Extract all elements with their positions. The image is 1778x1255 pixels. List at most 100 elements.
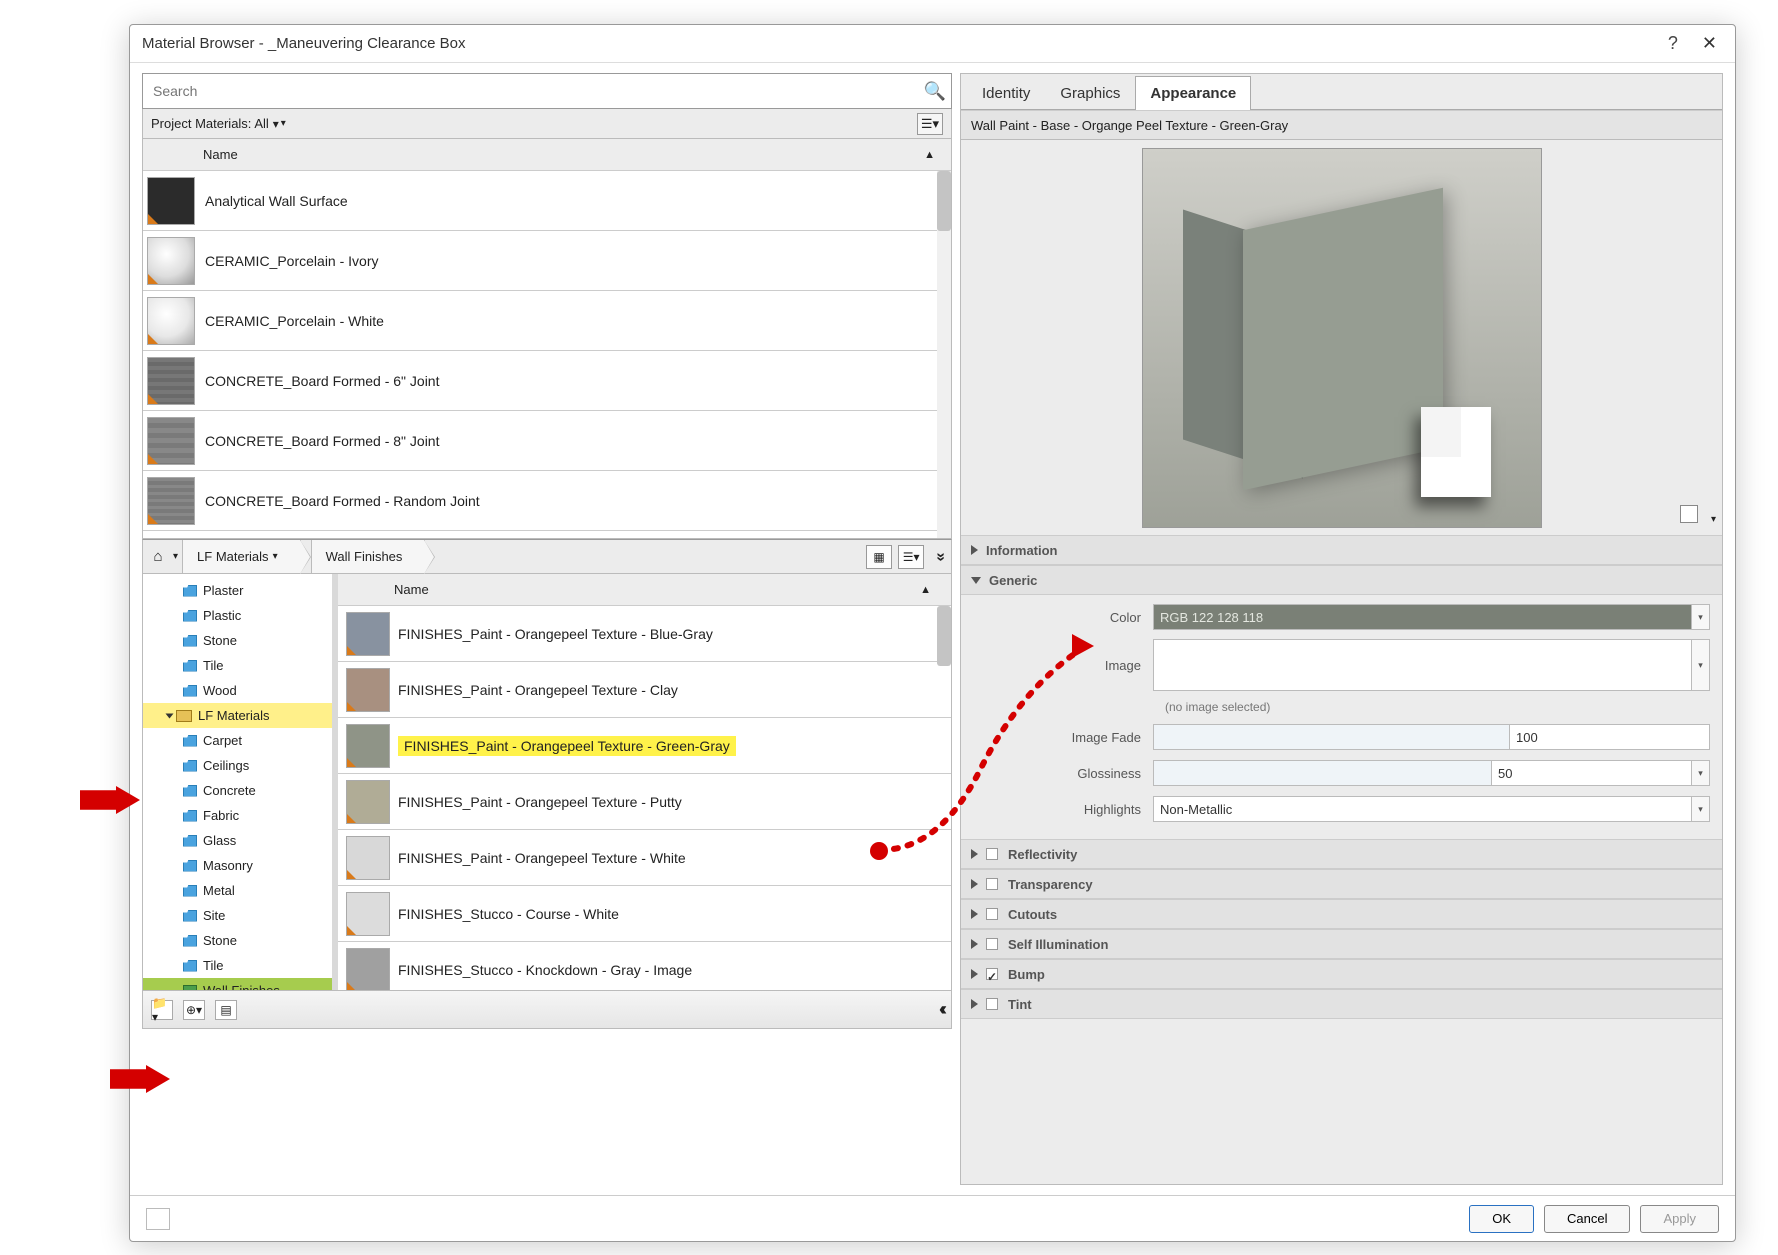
tree-item[interactable]: Metal xyxy=(143,878,332,903)
material-row[interactable]: CONCRETE_Cast In Place xyxy=(143,531,951,538)
apply-button[interactable]: Apply xyxy=(1640,1205,1719,1233)
library-row[interactable]: FINISHES_Paint - Orangepeel Texture - Wh… xyxy=(338,830,951,886)
tree-item[interactable]: Concrete xyxy=(143,778,332,803)
assets-icon[interactable] xyxy=(146,1208,170,1230)
checkbox[interactable] xyxy=(986,848,998,860)
view-list-icon[interactable]: ☰▾ xyxy=(917,113,943,135)
project-materials-filter[interactable]: Project Materials: All ▾ ▾ ☰▾ xyxy=(142,109,952,139)
section-self-illumination[interactable]: Self Illumination xyxy=(961,929,1722,959)
tree-item[interactable]: Site xyxy=(143,903,332,928)
tab-graphics[interactable]: Graphics xyxy=(1045,76,1135,110)
search-box[interactable]: 🔍 xyxy=(142,73,952,109)
tree-item[interactable]: Plastic xyxy=(143,603,332,628)
filter-icon[interactable]: ▾ xyxy=(273,117,279,131)
swatch xyxy=(346,948,390,990)
properties-icon[interactable]: ▤ xyxy=(215,1000,237,1020)
fade-slider[interactable] xyxy=(1153,724,1510,750)
material-row[interactable]: Analytical Wall Surface xyxy=(143,171,951,231)
new-material-icon[interactable]: ⊕▾ xyxy=(183,1000,205,1020)
scrollbar-thumb[interactable] xyxy=(937,171,951,231)
close-icon[interactable]: ✕ xyxy=(1702,33,1717,54)
library-row[interactable]: FINISHES_Stucco - Knockdown - Gray - Ima… xyxy=(338,942,951,990)
highlights-dropdown-icon[interactable]: ▾ xyxy=(1692,796,1710,822)
material-row[interactable]: CERAMIC_Porcelain - Ivory xyxy=(143,231,951,291)
checkbox[interactable] xyxy=(986,908,998,920)
tree-item[interactable]: Stone xyxy=(143,628,332,653)
section-tint[interactable]: Tint xyxy=(961,989,1722,1019)
view-grid-icon[interactable]: ▦ xyxy=(866,545,892,569)
view-list-icon[interactable]: ☰▾ xyxy=(898,545,924,569)
gloss-slider[interactable] xyxy=(1153,760,1492,786)
section-generic[interactable]: Generic xyxy=(961,565,1722,595)
preview-scene-icon[interactable] xyxy=(1680,505,1698,523)
tree-item-wall-finishes[interactable]: Wall Finishes xyxy=(143,978,332,990)
color-dropdown-icon[interactable]: ▾ xyxy=(1692,604,1710,630)
tree-label: Fabric xyxy=(203,808,239,823)
library-panel: ⌂ ▾ LF Materials ▾ Wall Finishes ▦ ☰▾ » … xyxy=(142,539,952,1029)
tree-label: Site xyxy=(203,908,225,923)
material-row[interactable]: CONCRETE_Board Formed - Random Joint xyxy=(143,471,951,531)
material-row[interactable]: CONCRETE_Board Formed - 8" Joint xyxy=(143,411,951,471)
tree-item[interactable]: Stone xyxy=(143,928,332,953)
tree-item[interactable]: Wood xyxy=(143,678,332,703)
expand-icon[interactable]: » xyxy=(932,552,950,561)
checkbox[interactable] xyxy=(986,938,998,950)
sort-asc-icon[interactable]: ▲ xyxy=(924,149,935,161)
search-icon[interactable]: 🔍 xyxy=(919,81,951,102)
breadcrumb-wall-finishes[interactable]: Wall Finishes xyxy=(311,540,426,573)
material-row[interactable]: CONCRETE_Board Formed - 6" Joint xyxy=(143,351,951,411)
ok-button[interactable]: OK xyxy=(1469,1205,1534,1233)
tree-item[interactable]: Tile xyxy=(143,953,332,978)
collapse-icon xyxy=(971,999,978,1009)
tree-item[interactable]: Tile xyxy=(143,653,332,678)
home-icon[interactable]: ⌂ xyxy=(143,548,173,565)
gloss-dropdown-icon[interactable]: ▾ xyxy=(1692,760,1710,786)
section-transparency[interactable]: Transparency xyxy=(961,869,1722,899)
gloss-value[interactable]: 50 xyxy=(1492,760,1692,786)
tree-item[interactable]: Carpet xyxy=(143,728,332,753)
collapse-panel-icon[interactable]: ‹‹ xyxy=(939,999,943,1020)
scrollbar-thumb[interactable] xyxy=(937,606,951,666)
tree-item[interactable]: Masonry xyxy=(143,853,332,878)
scrollbar[interactable] xyxy=(937,171,951,538)
section-information[interactable]: Information xyxy=(961,535,1722,565)
section-bump[interactable]: Bump xyxy=(961,959,1722,989)
tree-item[interactable]: Ceilings xyxy=(143,753,332,778)
checkbox[interactable] xyxy=(986,998,998,1010)
color-field[interactable]: RGB 122 128 118 xyxy=(1153,604,1692,630)
library-row[interactable]: FINISHES_Paint - Orangepeel Texture - Pu… xyxy=(338,774,951,830)
image-field[interactable] xyxy=(1153,639,1692,691)
help-icon[interactable]: ? xyxy=(1668,33,1678,54)
image-dropdown-icon[interactable]: ▾ xyxy=(1692,639,1710,691)
search-input[interactable] xyxy=(143,77,919,105)
cancel-button[interactable]: Cancel xyxy=(1544,1205,1630,1233)
preview-caret-icon[interactable]: ▾ xyxy=(1711,514,1716,525)
breadcrumb-lf-materials[interactable]: LF Materials ▾ xyxy=(182,540,301,573)
column-header[interactable]: Name ▲ xyxy=(143,139,951,171)
tree-item[interactable]: Fabric xyxy=(143,803,332,828)
section-cutouts[interactable]: Cutouts xyxy=(961,899,1722,929)
tree-item[interactable]: Glass xyxy=(143,828,332,853)
library-row[interactable]: FINISHES_Stucco - Course - White xyxy=(338,886,951,942)
tree-item[interactable]: Plaster xyxy=(143,578,332,603)
sort-asc-icon[interactable]: ▲ xyxy=(920,584,931,596)
checkbox[interactable] xyxy=(986,878,998,890)
library-row-selected[interactable]: FINISHES_Paint - Orangepeel Texture - Gr… xyxy=(338,718,951,774)
expand-caret-icon[interactable] xyxy=(166,713,174,718)
tab-appearance[interactable]: Appearance xyxy=(1135,76,1251,110)
material-row[interactable]: CERAMIC_Porcelain - White xyxy=(143,291,951,351)
checkbox-checked[interactable] xyxy=(986,968,998,980)
tree-item-lf-materials[interactable]: LF Materials xyxy=(143,703,332,728)
new-library-icon[interactable]: 📁▾ xyxy=(151,1000,173,1020)
library-row[interactable]: FINISHES_Paint - Orangepeel Texture - Bl… xyxy=(338,606,951,662)
section-title: Cutouts xyxy=(1008,907,1057,922)
tab-identity[interactable]: Identity xyxy=(967,76,1045,110)
filter-caret-icon[interactable]: ▾ xyxy=(281,118,286,129)
fade-value[interactable]: 100 xyxy=(1510,724,1710,750)
folder-icon xyxy=(183,810,197,822)
library-row[interactable]: FINISHES_Paint - Orangepeel Texture - Cl… xyxy=(338,662,951,718)
library-column-header[interactable]: Name▲ xyxy=(338,574,951,606)
section-reflectivity[interactable]: Reflectivity xyxy=(961,839,1722,869)
highlights-field[interactable]: Non-Metallic xyxy=(1153,796,1692,822)
home-caret-icon[interactable]: ▾ xyxy=(173,551,178,562)
